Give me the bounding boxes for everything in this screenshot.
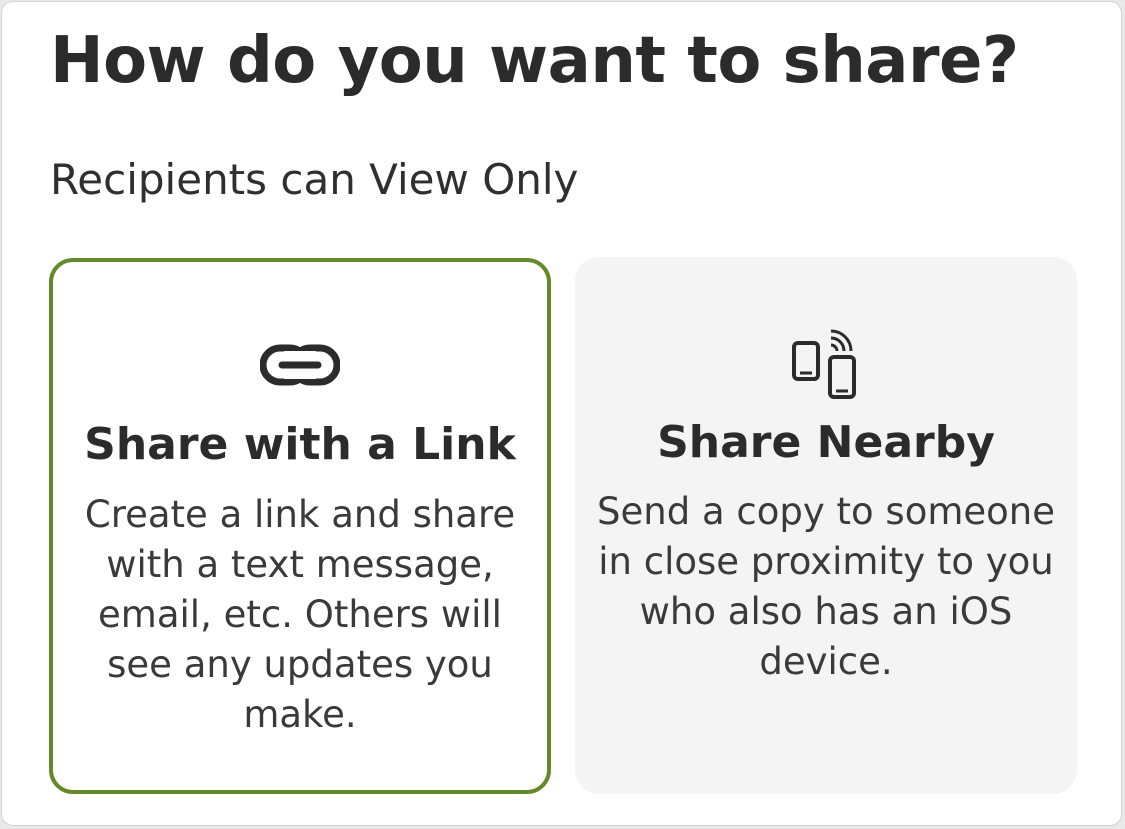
share-nearby-title: Share Nearby bbox=[657, 417, 995, 468]
share-with-link-option[interactable]: Share with a Link Create a link and shar… bbox=[49, 258, 551, 794]
share-nearby-option[interactable]: Share Nearby Send a copy to someone in c… bbox=[575, 257, 1077, 794]
permission-subtitle: Recipients can View Only bbox=[50, 155, 579, 204]
share-nearby-description: Send a copy to someone in close proximit… bbox=[597, 490, 1055, 683]
phones-nearby-icon bbox=[792, 329, 856, 399]
link-icon bbox=[260, 344, 340, 386]
dialog-title: How do you want to share? bbox=[50, 24, 1019, 98]
share-with-link-description: Create a link and share with a text mess… bbox=[84, 493, 516, 736]
share-with-link-title: Share with a Link bbox=[84, 419, 516, 470]
